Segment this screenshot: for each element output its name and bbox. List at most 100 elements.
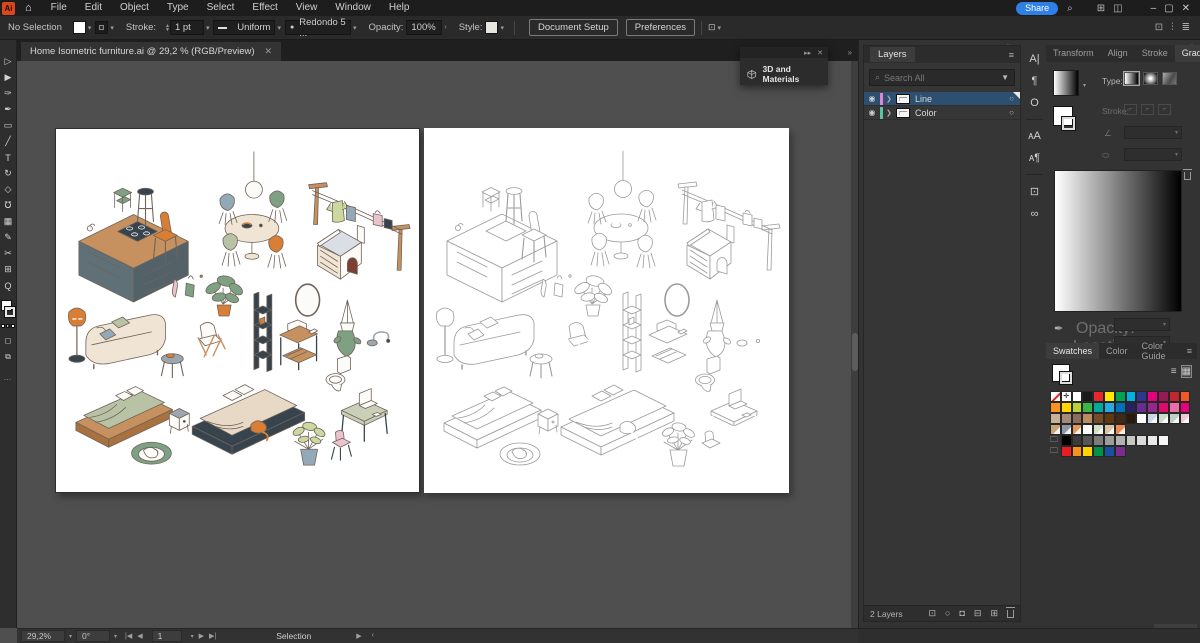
swatch[interactable] <box>1115 413 1126 424</box>
illustrator-logo[interactable]: Ai <box>2 2 15 15</box>
fill-color-chip[interactable] <box>73 21 86 34</box>
filter-icon[interactable]: ▼ <box>1001 73 1009 82</box>
pen-tool[interactable]: ✒ <box>1 102 16 117</box>
swatch-none[interactable] <box>1050 391 1061 402</box>
stroke-swatch[interactable] <box>5 307 15 317</box>
swatch[interactable] <box>1136 413 1147 424</box>
menu-type[interactable]: Type <box>158 0 198 16</box>
workspace-menu-icon[interactable]: ≣ <box>1182 22 1190 33</box>
menu-select[interactable]: Select <box>198 0 244 16</box>
swatch[interactable] <box>1180 391 1191 402</box>
swatch[interactable] <box>1072 402 1083 413</box>
layers-search-input[interactable]: ⌕ Search All ▼ <box>869 69 1015 86</box>
swatch[interactable] <box>1082 402 1093 413</box>
swatch[interactable] <box>1180 413 1191 424</box>
swatch[interactable] <box>1082 424 1093 435</box>
character-styles-panel-icon[interactable]: ᴀA <box>1028 130 1041 142</box>
target-circle-icon[interactable]: ○ <box>1009 94 1014 103</box>
swatch[interactable] <box>1126 402 1137 413</box>
menu-view[interactable]: View <box>287 0 327 16</box>
width-tool[interactable]: ℧ <box>1 198 16 213</box>
delete-stop-icon[interactable] <box>1184 172 1191 180</box>
close-button[interactable]: ✕ <box>1178 3 1194 14</box>
swatch[interactable] <box>1093 413 1104 424</box>
swatch[interactable] <box>1126 413 1137 424</box>
isolate-icon[interactable]: ⊡ <box>708 22 716 33</box>
gradient-slider[interactable] <box>1054 170 1182 312</box>
tab-layers[interactable]: Layers <box>870 47 915 62</box>
draw-behind-icon[interactable]: ⧉ <box>1 349 16 364</box>
stroke-weight-dropdown-icon[interactable]: ▾ <box>206 24 210 32</box>
swatch[interactable] <box>1104 391 1115 402</box>
floating-3d-panel[interactable]: ▸▸ ✕ 3D and Materials <box>740 47 828 85</box>
document-tab-close-icon[interactable]: ✕ <box>265 46 273 57</box>
swatch[interactable] <box>1169 402 1180 413</box>
artboard-color[interactable] <box>55 128 420 493</box>
locate-object-icon[interactable]: ○ <box>945 608 950 619</box>
expand-arrow-icon[interactable]: ❯ <box>886 109 896 117</box>
opacity-expand-icon[interactable]: › <box>444 24 446 31</box>
selection-tool[interactable]: ▷ <box>1 54 16 69</box>
swatch[interactable] <box>1158 413 1169 424</box>
collect-for-export-icon[interactable]: ⊡ <box>928 608 936 619</box>
width-profile-select[interactable]: Uniform <box>213 20 275 35</box>
paragraph-styles-panel-icon[interactable]: ᴀ¶ <box>1029 152 1040 164</box>
swatch[interactable] <box>1147 402 1158 413</box>
swatch[interactable] <box>1050 402 1061 413</box>
color-group-folder-icon[interactable]: 🗀 <box>1050 446 1061 457</box>
panel-collapse-icon[interactable]: ▸▸ <box>804 49 811 57</box>
rotation-dropdown-icon[interactable]: ▾ <box>114 633 117 640</box>
swatches-stroke-chip[interactable] <box>1060 372 1072 384</box>
swatch[interactable] <box>1115 391 1126 402</box>
swatch[interactable] <box>1180 402 1191 413</box>
stroke-color-chip[interactable] <box>95 21 108 34</box>
panel-close-icon[interactable]: ✕ <box>817 49 823 57</box>
swatch[interactable] <box>1050 413 1061 424</box>
color-group-folder-icon[interactable]: 🗀 <box>1050 435 1061 446</box>
workspace-icon[interactable]: ⫶ <box>1171 22 1174 33</box>
share-button[interactable]: Share <box>1016 2 1058 15</box>
scissors-tool[interactable]: ✂ <box>1 246 16 261</box>
new-sublayer-icon[interactable]: ⊟ <box>974 608 982 619</box>
next-artboard-icon[interactable]: ▶ <box>199 632 204 640</box>
swatch[interactable] <box>1147 413 1158 424</box>
eyedropper-icon[interactable]: ✒ <box>1054 322 1063 335</box>
document-tab[interactable]: Home Isometric furniture.ai @ 29,2 % (RG… <box>21 42 281 61</box>
swatch[interactable] <box>1136 435 1147 446</box>
expand-arrow-icon[interactable]: ❯ <box>886 95 896 103</box>
layers-menu-icon[interactable]: ≡ <box>1009 50 1014 60</box>
draw-normal-icon[interactable]: ◻ <box>1 333 16 348</box>
gradient-preview-chip[interactable] <box>1053 70 1079 96</box>
swatch[interactable] <box>1050 424 1061 435</box>
canvas[interactable] <box>17 61 851 628</box>
swatch[interactable] <box>1126 391 1137 402</box>
artboard-tool[interactable]: ⊞ <box>1 262 16 277</box>
swatch-registration[interactable]: ✛ <box>1061 391 1072 402</box>
maximize-button[interactable]: ▢ <box>1160 3 1177 14</box>
zoom-level-select[interactable]: 29,2% <box>21 630 65 642</box>
links-panel-icon[interactable]: ∞ <box>1031 208 1039 220</box>
arrange-icon[interactable]: ⊡ <box>1155 22 1163 33</box>
layer-row-color[interactable]: ◉❯Color○ <box>864 106 1020 120</box>
swatch[interactable] <box>1115 435 1126 446</box>
opacity-value[interactable]: 100% <box>406 20 442 35</box>
layer-name[interactable]: Line <box>915 94 932 104</box>
swatch[interactable] <box>1126 435 1137 446</box>
gradient-tool[interactable]: ▦ <box>1 214 16 229</box>
new-layer-icon[interactable]: ⊞ <box>990 608 998 619</box>
layer-name[interactable]: Color <box>915 108 937 118</box>
swatch[interactable] <box>1093 424 1104 435</box>
tab-transform[interactable]: Transform <box>1046 45 1101 62</box>
list-view-icon[interactable]: ≡ <box>1171 366 1177 377</box>
prev-artboard-icon[interactable]: ◀ <box>137 632 142 640</box>
swatch[interactable] <box>1115 446 1126 457</box>
swatch[interactable] <box>1147 435 1158 446</box>
rotation-select[interactable]: 0° <box>76 630 110 642</box>
curvature-tool[interactable]: ✑ <box>1 86 16 101</box>
menu-help[interactable]: Help <box>380 0 419 16</box>
menu-file[interactable]: File <box>42 0 76 16</box>
status-expand-icon[interactable]: ‹ <box>372 632 374 640</box>
make-mask-icon[interactable]: ◘ <box>959 608 964 619</box>
brush-dropdown-icon[interactable]: ▾ <box>353 24 357 32</box>
swatch[interactable] <box>1082 446 1093 457</box>
